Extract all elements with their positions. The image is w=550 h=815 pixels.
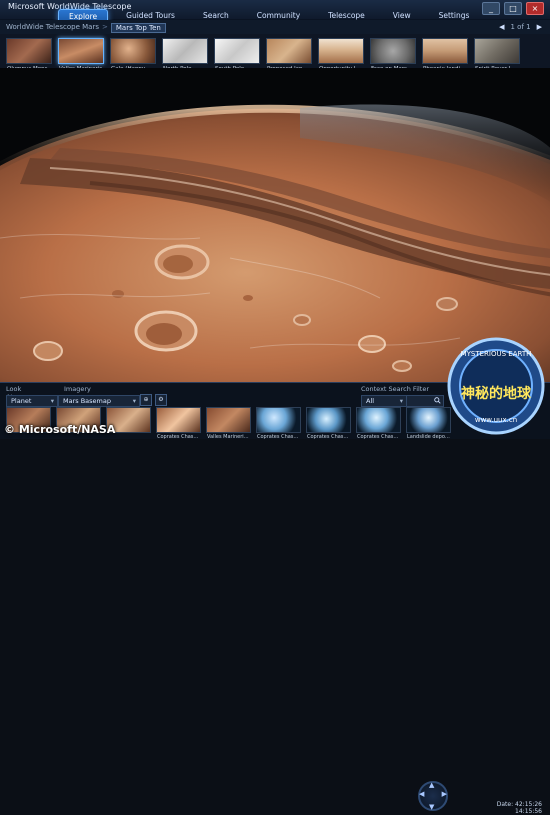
nav-up-icon[interactable]: ▲ <box>429 781 434 789</box>
crater-small-1 <box>436 297 458 311</box>
nav-left-icon[interactable]: ◀ <box>419 790 424 798</box>
mars-viewport[interactable] <box>0 68 550 382</box>
context-thumb-9[interactable]: Landslide deposi... <box>406 407 451 440</box>
context-search-input[interactable] <box>406 395 444 407</box>
maximize-button[interactable]: □ <box>504 2 522 15</box>
crater-small-4 <box>112 290 124 298</box>
breadcrumb-item-mars[interactable]: WorldWide Telescope Mars <box>6 23 99 33</box>
imagery-tools: ⊕ ⚙ <box>140 394 167 406</box>
imagery-settings-button[interactable]: ⚙ <box>155 394 167 406</box>
thumb-phoenix-landing[interactable]: Phoenix landing... <box>422 38 468 72</box>
mars-surface <box>0 68 550 382</box>
context-thumb-4[interactable]: Coprates Chasma... <box>156 407 201 440</box>
thumb-proposed-landing[interactable]: Proposed landi... <box>266 38 312 72</box>
nav-down-icon[interactable]: ▼ <box>429 803 434 811</box>
mysterious-earth-badge: MYSTERIOUS EARTH 神秘的地球 www.uux.cn <box>447 337 545 435</box>
thumb-gale[interactable]: Gale (Happy Face) <box>110 38 156 72</box>
thumb-face-on-mars[interactable]: Face on Mars in... <box>370 38 416 72</box>
photo-credit: © Microsoft/NASA <box>4 423 116 436</box>
crater-small-5 <box>392 360 412 372</box>
breadcrumb-row: WorldWide Telescope Mars > Mars Top Ten … <box>0 20 550 34</box>
chevron-down-icon: ▾ <box>399 397 403 405</box>
datetime-display: Date: 42:15:26 14:15:56 <box>497 801 542 815</box>
date-value: 42:15:26 <box>515 801 542 808</box>
context-thumb-7[interactable]: Coprates Chasma... <box>306 407 351 440</box>
look-at-select[interactable]: Planet ▾ <box>6 395 58 407</box>
badge-ring-text: MYSTERIOUS EARTH <box>461 350 532 358</box>
chevron-down-icon: ▾ <box>50 397 54 405</box>
minimize-button[interactable]: _ <box>482 2 500 15</box>
context-thumb-6[interactable]: Coprates Chasma... <box>256 407 301 440</box>
thumb-north-pole[interactable]: North Pole <box>162 38 208 72</box>
crater-large-2-floor <box>146 323 182 345</box>
nav-right-icon[interactable]: ▶ <box>442 790 447 798</box>
context-filter-select[interactable]: All ▾ <box>361 395 407 407</box>
badge-url: www.uux.cn <box>475 416 517 424</box>
crater-large-1-floor <box>163 255 193 273</box>
pager: ◀ 1 of 1 ▶ <box>499 23 542 31</box>
imagery-label: Imagery <box>64 385 91 393</box>
context-thumb-label: Coprates Chasma... <box>157 434 200 440</box>
thumbnail-strip: Olympus Mons Valles Marineris Gale (Happ… <box>0 34 550 72</box>
crater-small-2 <box>293 314 311 326</box>
navigation-control[interactable]: ▲ ▼ ◀ ▶ <box>418 781 448 811</box>
chevron-down-icon: ▾ <box>132 397 136 405</box>
imagery-value: Mars Basemap <box>63 397 111 405</box>
context-thumb-8[interactable]: Coprates Chasma... <box>356 407 401 440</box>
crater-medium-1 <box>33 341 63 361</box>
context-thumb-label: Coprates Chasma... <box>307 434 350 440</box>
crater-medium-2 <box>358 335 386 353</box>
context-thumb-label: Valles Marineris... <box>207 434 250 440</box>
look-at-value: Planet <box>11 397 32 405</box>
imagery-toggle-button[interactable]: ⊕ <box>140 394 152 406</box>
search-icon <box>434 397 441 404</box>
date-label: Date: <box>496 801 514 808</box>
badge-text: 神秘的地球 <box>461 385 532 402</box>
crater-small-3 <box>243 295 253 301</box>
breadcrumb: WorldWide Telescope Mars > Mars Top Ten <box>6 23 166 33</box>
thumb-opportunity-landing[interactable]: Opportunity lan... <box>318 38 364 72</box>
thumb-south-pole[interactable]: South Pole <box>214 38 260 72</box>
context-thumb-5[interactable]: Valles Marineris... <box>206 407 251 440</box>
window-controls: _ □ × <box>482 2 544 15</box>
title-bar: Microsoft WorldWide Telescope Explore Gu… <box>0 0 550 24</box>
time-value: 14:15:56 <box>515 808 542 815</box>
breadcrumb-separator: > <box>102 23 108 31</box>
context-thumb-label: Coprates Chasma... <box>257 434 300 440</box>
thumb-olympus-mons[interactable]: Olympus Mons <box>6 38 52 72</box>
close-button[interactable]: × <box>526 2 544 15</box>
context-thumb-label: Landslide deposi... <box>407 434 450 440</box>
thumb-spirit-landing[interactable]: Spirit Rover land... <box>474 38 520 72</box>
thumb-valles-marineris[interactable]: Valles Marineris <box>58 38 104 72</box>
prev-page-button[interactable]: ◀ <box>499 23 504 31</box>
page-count: 1 of 1 <box>510 23 531 31</box>
breadcrumb-item-mars-top-ten[interactable]: Mars Top Ten <box>110 23 166 33</box>
context-filter-value: All <box>366 397 375 405</box>
context-thumb-label: Coprates Chasma... <box>357 434 400 440</box>
context-filter-label: Context Search Filter <box>361 385 430 393</box>
next-page-button[interactable]: ▶ <box>537 23 542 31</box>
imagery-select[interactable]: Mars Basemap ▾ <box>58 395 140 407</box>
